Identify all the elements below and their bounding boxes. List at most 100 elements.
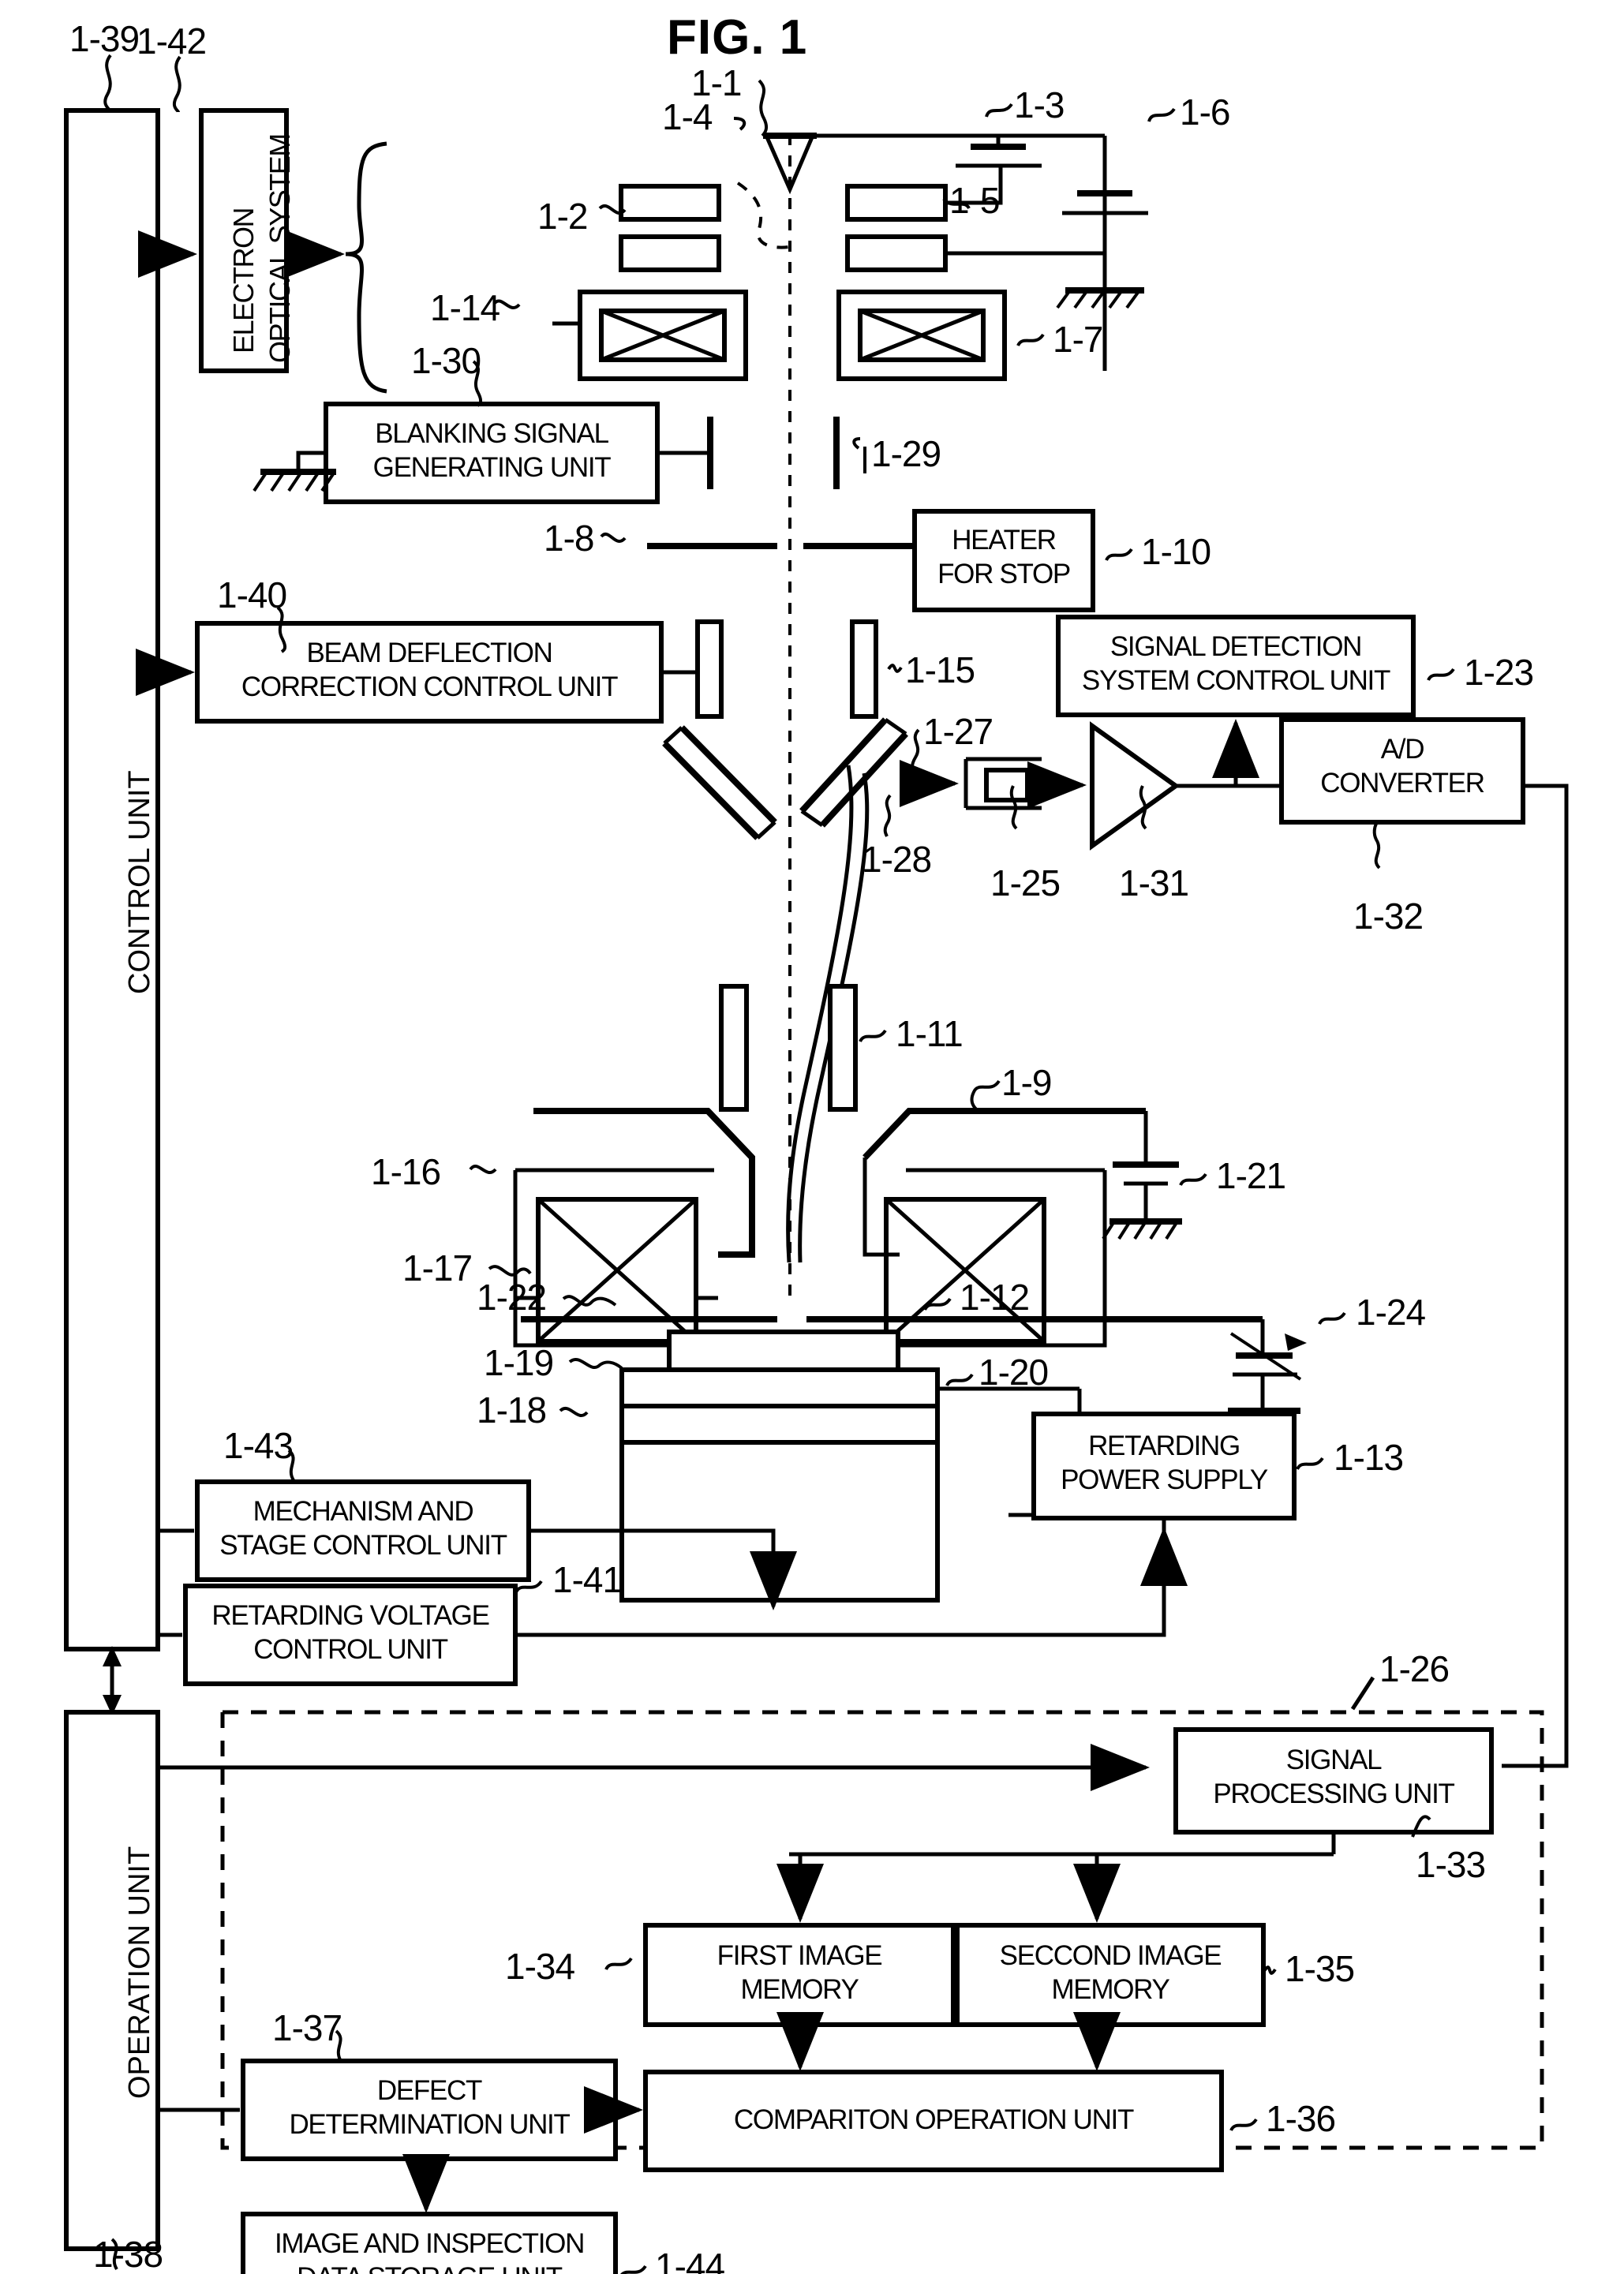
ref-1-22: 1-22 [477,1277,547,1318]
ref-1-14: 1-14 [430,287,500,328]
heater-label-line1: HEATER [952,525,1057,555]
ref-1-44: 1-44 [655,2246,725,2274]
ref-1-10: 1-10 [1141,531,1211,572]
ref-1-36: 1-36 [1266,2098,1336,2139]
arrow-control-operation [103,1646,122,1715]
comparison-label: COMPARITON OPERATION UNIT [733,2104,1134,2135]
ref-1-18: 1-18 [477,1389,547,1431]
sig-det-label-line2: SYSTEM CONTROL UNIT [1081,665,1390,696]
ground-symbol-right [1056,253,1144,309]
deflector-plate-right [850,619,878,719]
beam-trace-dashed [736,181,790,249]
ref-1-20: 1-20 [979,1352,1049,1393]
ref-1-5: 1-5 [949,180,1000,221]
mech-stage-label-line1: MECHANISM AND [253,1496,474,1527]
sig-proc-label-line1: SIGNAL [1285,1745,1383,1775]
polepiece-left [705,1109,754,1160]
ref-1-6: 1-6 [1180,92,1230,133]
ref-1-15: 1-15 [905,649,975,690]
ref-1-42: 1-42 [137,21,207,62]
ref-1-29: 1-29 [871,433,941,474]
second-mem-label-line1: SECCOND IMAGE [999,1940,1222,1971]
ref-1-9: 1-9 [1001,1062,1052,1103]
ref-1-12: 1-12 [960,1277,1030,1318]
battery-symbol-1-21 [1102,1161,1182,1240]
ref-1-43: 1-43 [223,1425,294,1466]
ref-1-11: 1-11 [896,1013,964,1054]
ref-1-7: 1-7 [1053,319,1103,360]
retard-volt-label-line2: CONTROL UNIT [253,1634,448,1665]
electron-source-tip [763,133,1105,195]
eos-label-line1: ELECTRON [227,208,260,353]
condenser-lens-right [836,290,1007,381]
scan-plate-left [719,984,749,1112]
blanking-label-line1: BLANKING SIGNAL [375,418,609,449]
mech-stage-label-line2: STAGE CONTROL UNIT [219,1530,507,1561]
operation-unit-label: OPERATION UNIT [123,1846,156,2099]
figure-title: FIG. 1 [667,10,808,65]
second-mem-label-line2: MEMORY [1051,1974,1169,2005]
deflector-angled-left [662,725,777,840]
brace-lower [345,252,387,394]
condenser-lens-left [552,290,748,381]
retard-ps-label-line1: RETARDING [1088,1431,1240,1461]
ref-1-19: 1-19 [484,1342,554,1383]
ref-1-34: 1-34 [505,1946,575,1987]
deflector-angled-right [799,717,908,828]
defect-label-line2: DETERMINATION UNIT [289,2109,570,2140]
ref-1-2: 1-2 [537,196,588,237]
objective-lens-left [513,1108,755,1348]
sig-det-label-line1: SIGNAL DETECTION [1109,631,1363,662]
ref-1-8: 1-8 [544,518,594,559]
ref-1-25: 1-25 [990,862,1061,903]
ref-1-24: 1-24 [1356,1292,1426,1333]
ref-1-21: 1-21 [1216,1155,1286,1196]
battery-symbol-1-3 [956,136,1042,168]
ref-1-37: 1-37 [272,2007,342,2048]
defect-label-line1: DEFECT [376,2075,483,2106]
scan-plate-right [828,984,858,1112]
ref-1-3: 1-3 [1014,84,1065,125]
storage-label-line1: IMAGE AND INSPECTION [274,2228,585,2259]
electrode-plates-right [845,184,948,272]
ref-1-38: 1-38 [93,2234,163,2274]
ref-1-41: 1-41 [552,1559,623,1600]
deflector-plate-left [695,619,724,719]
patent-figure-page: FIG. 1 CONTROL UNIT OPERATION UNIT ELECT… [0,0,1624,2274]
ref-1-16: 1-16 [371,1151,441,1192]
ref-1-35: 1-35 [1285,1948,1355,1989]
control-unit-label: CONTROL UNIT [123,770,156,994]
ref-1-27: 1-27 [923,711,993,752]
ref-1-40: 1-40 [217,574,287,615]
sig-proc-label-line2: PROCESSING UNIT [1213,1778,1455,1809]
retard-volt-label-line1: RETARDING VOLTAGE [211,1600,490,1631]
ref-1-28: 1-28 [862,839,932,880]
storage-label-line2: DATA STORAGE UNIT [243,2261,616,2274]
eos-label-line2: OPTICAL SYSTEM [264,134,296,363]
adc-label-line2: CONVERTER [1320,768,1485,799]
beam-defl-label-line1: BEAM DEFLECTION [306,638,552,668]
brace-upper [345,141,387,256]
beam-defl-label-line2: CORRECTION CONTROL UNIT [241,671,619,702]
blanking-label-line2: GENERATING UNIT [372,452,612,483]
first-mem-label-line1: FIRST IMAGE [717,1940,883,1971]
ref-1-4: 1-4 [662,96,713,137]
retard-ps-label-line2: POWER SUPPLY [1061,1464,1268,1495]
ref-1-31: 1-31 [1119,862,1189,903]
leader-1-26 [1350,1676,1375,1711]
amplifier-triangle [1090,721,1181,851]
ref-1-30: 1-30 [411,340,481,381]
ref-1-33: 1-33 [1416,1844,1486,1885]
first-mem-label-line2: MEMORY [740,1974,859,2005]
electrode-plates-left [619,184,721,272]
ref-1-23: 1-23 [1464,652,1534,693]
ref-1-17: 1-17 [402,1247,473,1288]
ref-1-39: 1-39 [69,18,140,59]
ref-1-32: 1-32 [1353,896,1424,937]
wire-adc-to-sigproc [1502,784,1569,1768]
heater-label-line2: FOR STOP [937,559,1071,589]
ref-1-13: 1-13 [1334,1437,1404,1478]
ref-1-26: 1-26 [1379,1648,1450,1689]
sample-stack [619,1330,940,1603]
adc-label-line1: A/D [1380,734,1425,765]
